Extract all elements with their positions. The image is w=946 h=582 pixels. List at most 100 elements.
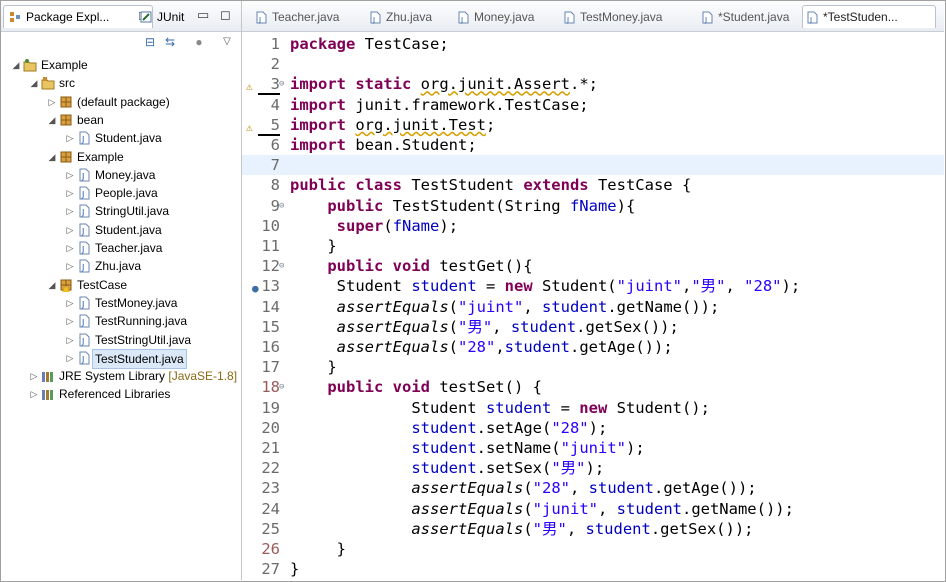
code-token: .getSex()); bbox=[650, 519, 754, 538]
collapse-all-icon[interactable]: ⊟ bbox=[143, 35, 157, 49]
collapsed-twisty-icon[interactable]: ▷ bbox=[65, 129, 75, 147]
tree-item[interactable]: ▷ J People.java bbox=[1, 184, 239, 202]
expanded-twisty-icon[interactable]: ◢ bbox=[47, 148, 57, 166]
collapsed-twisty-icon[interactable]: ▷ bbox=[65, 166, 75, 184]
code-line[interactable]: 13 ● Student student = new Student("juint… bbox=[242, 276, 944, 296]
static-method-token: assertEquals bbox=[411, 479, 524, 498]
tree-item[interactable]: ◢ bean bbox=[1, 111, 239, 129]
collapsed-twisty-icon[interactable]: ▷ bbox=[65, 202, 75, 220]
field-token: student bbox=[542, 297, 608, 316]
code-line[interactable]: 7 bbox=[242, 155, 944, 176]
tree-item[interactable]: ▷ (default package) bbox=[1, 93, 239, 111]
editor-tab[interactable]: J Zhu.java bbox=[366, 6, 444, 28]
code-line[interactable]: 17 } bbox=[242, 357, 944, 377]
minimize-icon[interactable]: ▭ bbox=[197, 7, 209, 23]
code-line[interactable]: 23 assertEquals("28", student.getAge()); bbox=[242, 478, 944, 498]
code-line[interactable]: 10 super(fName); bbox=[242, 216, 944, 236]
code-line[interactable]: 25 assertEquals("男", student.getSex()); bbox=[242, 519, 944, 539]
tree-item[interactable]: ◢ Example bbox=[1, 56, 239, 74]
tree-item[interactable]: ◢ TestCase bbox=[1, 276, 239, 294]
collapsed-twisty-icon[interactable]: ▷ bbox=[47, 93, 57, 111]
editor-tab[interactable]: J Money.java bbox=[454, 6, 550, 28]
fold-collapse-icon[interactable]: ⊖ bbox=[279, 256, 284, 276]
code-text: assertEquals("男", student.getSex()); bbox=[290, 519, 753, 539]
collapsed-twisty-icon[interactable]: ▷ bbox=[65, 294, 75, 312]
collapsed-twisty-icon[interactable]: ▷ bbox=[65, 239, 75, 257]
tree-item[interactable]: ▷ JRE System Library [JavaSE-1.8] bbox=[1, 367, 239, 385]
tree-item[interactable]: ◢ Example bbox=[1, 148, 239, 166]
code-line[interactable]: 14 assertEquals("juint", student.getName… bbox=[242, 297, 944, 317]
java-file-icon: J bbox=[77, 186, 91, 200]
keyword-token: extends bbox=[523, 176, 589, 195]
focus-icon[interactable]: ● bbox=[192, 35, 206, 49]
code-token: TestCase; bbox=[355, 35, 449, 53]
editor-tab[interactable]: J TestMoney.java bbox=[560, 6, 688, 28]
editor-tab[interactable]: J Teacher.java bbox=[252, 6, 356, 28]
fold-collapse-icon[interactable]: ⊖ bbox=[279, 377, 284, 397]
code-line[interactable]: 4 import junit.framework.TestCase; bbox=[242, 95, 944, 115]
code-line[interactable]: 20 student.setAge("28"); bbox=[242, 418, 944, 438]
code-line[interactable]: 24 assertEquals("junit", student.getName… bbox=[242, 499, 944, 519]
code-line[interactable]: 9 ⊖ public TestStudent(String fName){ bbox=[242, 196, 944, 216]
tree-item[interactable]: ▷ J TestStringUtil.java bbox=[1, 331, 239, 349]
link-with-editor-icon[interactable]: ⇆ bbox=[163, 35, 177, 49]
code-line[interactable]: 15 assertEquals("男", student.getSex()); bbox=[242, 317, 944, 337]
code-line[interactable]: 1 package TestCase; bbox=[242, 34, 944, 54]
expanded-twisty-icon[interactable]: ◢ bbox=[29, 74, 39, 92]
code-line[interactable]: 21 student.setName("junit"); bbox=[242, 438, 944, 458]
tree-item[interactable]: ◢ src bbox=[1, 74, 239, 92]
collapsed-twisty-icon[interactable]: ▷ bbox=[65, 312, 75, 330]
view-menu-icon[interactable]: ▽ bbox=[220, 35, 234, 49]
expanded-twisty-icon[interactable]: ◢ bbox=[11, 56, 21, 74]
tree-item[interactable]: ▷ J TestMoney.java bbox=[1, 294, 239, 312]
tree-item[interactable]: ▷ J Money.java bbox=[1, 166, 239, 184]
code-line[interactable]: 11 } bbox=[242, 236, 944, 256]
code-line[interactable]: 26 } bbox=[242, 539, 944, 559]
keyword-token: super bbox=[336, 216, 384, 235]
tree-item-label: Example bbox=[77, 149, 124, 164]
package-icon bbox=[59, 113, 73, 127]
code-line[interactable]: 6 import bean.Student; bbox=[242, 135, 944, 155]
code-token: , bbox=[523, 297, 542, 316]
collapsed-twisty-icon[interactable]: ▷ bbox=[65, 221, 75, 239]
collapsed-twisty-icon[interactable]: ▷ bbox=[65, 257, 75, 275]
tree-item-label: Teacher.java bbox=[95, 241, 163, 255]
editor-tab[interactable]: J *TestStuden... bbox=[802, 5, 936, 28]
code-line[interactable]: 2 bbox=[242, 54, 944, 74]
tab-package-explorer[interactable]: Package Expl... ☒ bbox=[3, 5, 153, 28]
code-line[interactable]: 5 ⚠ import org.junit.Test; bbox=[242, 115, 944, 136]
collapsed-twisty-icon[interactable]: ▷ bbox=[29, 367, 39, 385]
fold-collapse-icon[interactable]: ⊖ bbox=[279, 196, 284, 216]
tree-item-label: bean bbox=[77, 112, 104, 127]
collapsed-twisty-icon[interactable]: ▷ bbox=[65, 184, 75, 202]
collapsed-twisty-icon[interactable]: ▷ bbox=[29, 385, 39, 403]
fold-collapse-icon[interactable]: ⊖ bbox=[279, 74, 284, 94]
tree-item[interactable]: ▷ J StringUtil.java bbox=[1, 202, 239, 220]
maximize-icon[interactable]: ◻ bbox=[220, 7, 231, 23]
code-line[interactable]: 22 student.setSex("男"); bbox=[242, 458, 944, 478]
expanded-twisty-icon[interactable]: ◢ bbox=[47, 111, 57, 129]
code-line[interactable]: 16 assertEquals("28",student.getAge()); bbox=[242, 337, 944, 357]
code-line[interactable]: 19 Student student = new Student(); bbox=[242, 398, 944, 418]
tree-item[interactable]: ▷ J TestStudent.java bbox=[1, 348, 239, 369]
code-line[interactable]: 3 ⚠ ⊖ import static org.junit.Assert.*; bbox=[242, 74, 944, 96]
editor-tab[interactable]: J *Student.java bbox=[698, 6, 794, 28]
code-token: , bbox=[495, 338, 505, 356]
java-file-icon: J bbox=[458, 11, 469, 24]
tree-item[interactable]: ▷ J Teacher.java bbox=[1, 239, 239, 257]
expanded-twisty-icon[interactable]: ◢ bbox=[47, 276, 57, 294]
code-line[interactable]: 27} bbox=[242, 559, 944, 579]
code-line[interactable]: 18 ⊖ public void testSet() { bbox=[242, 377, 944, 397]
collapsed-twisty-icon[interactable]: ▷ bbox=[65, 349, 75, 367]
code-line[interactable]: 12 ⊖ public void testGet(){ bbox=[242, 256, 944, 276]
collapsed-twisty-icon[interactable]: ▷ bbox=[65, 331, 75, 349]
tree-item[interactable]: ▷ J TestRunning.java bbox=[1, 312, 239, 330]
code-line[interactable]: 8 public class TestStudent extends TestCa… bbox=[242, 175, 944, 195]
tree-item[interactable]: ▷ J Student.java bbox=[1, 221, 239, 239]
tree-item[interactable]: ▷ J Student.java bbox=[1, 129, 239, 147]
field-token: student bbox=[616, 499, 682, 518]
tree-item[interactable]: ▷ Referenced Libraries bbox=[1, 385, 239, 403]
tree-item[interactable]: ▷ J Zhu.java bbox=[1, 257, 239, 275]
code-token: .*; bbox=[569, 75, 598, 94]
